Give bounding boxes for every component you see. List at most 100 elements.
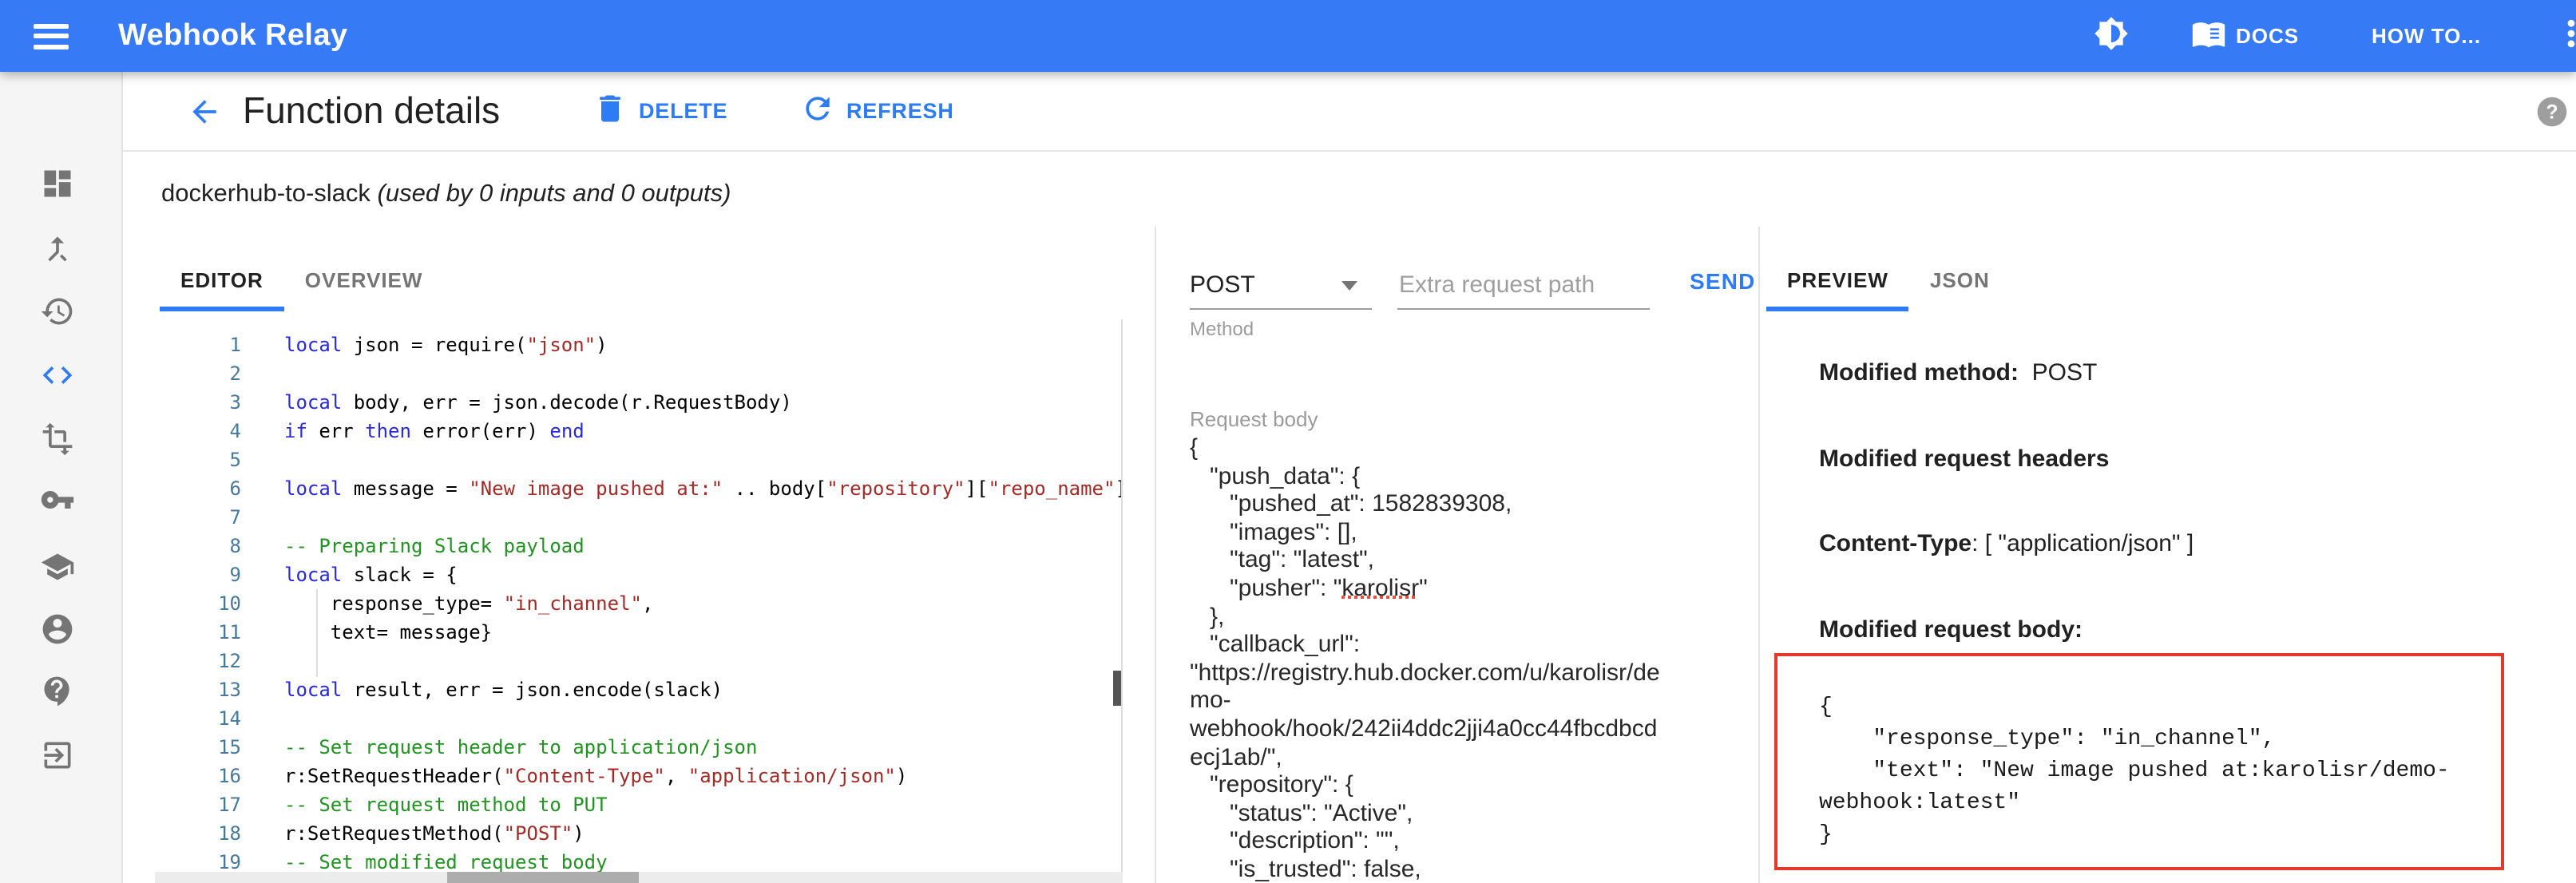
sidebar-item-key-icon[interactable] (40, 482, 75, 517)
svg-text:?: ? (2546, 101, 2558, 123)
code-text: text= message} (284, 618, 492, 647)
request-body-label: Request body (1190, 407, 1318, 431)
spellcheck-word: karolisr (1342, 575, 1419, 602)
editor-horizontal-scrollbar-thumb[interactable] (447, 872, 639, 883)
brightness-icon (2094, 16, 2129, 56)
code-line[interactable]: 14 (155, 704, 1121, 733)
code-line[interactable]: 18r:SetRequestMethod("POST") (155, 819, 1121, 848)
editor-horizontal-scrollbar-track[interactable] (155, 872, 1123, 883)
refresh-button[interactable]: REFRESH (800, 72, 954, 150)
line-number: 14 (155, 704, 241, 733)
refresh-label: REFRESH (846, 99, 954, 123)
path-input-underline (1397, 308, 1650, 310)
content-type-value: : [ "application/json" ] (1972, 530, 2194, 557)
request-body-line: "description": "", (1190, 828, 1752, 856)
line-number: 17 (155, 790, 241, 819)
code-line[interactable]: 8-- Preparing Slack payload (155, 532, 1121, 560)
line-number: 8 (155, 532, 241, 560)
code-line[interactable]: 9local slack = { (155, 560, 1121, 589)
sidebar-item-merge-icon[interactable] (40, 232, 75, 267)
editor-vertical-scrollbar-thumb[interactable] (1113, 671, 1121, 706)
code-text: r:SetRequestMethod("POST") (284, 819, 585, 848)
line-number: 4 (155, 417, 241, 445)
sidebar-item-school-icon[interactable] (40, 549, 75, 584)
code-text (284, 647, 295, 675)
tab-preview[interactable]: PREVIEW (1766, 247, 1909, 311)
modified-body-text: { "response_type": "in_channel", "text":… (1777, 656, 2501, 851)
app-title: Webhook Relay (118, 0, 347, 72)
sidebar-item-account-icon[interactable] (40, 612, 75, 647)
content-type-line: Content-Type: [ "application/json" ] (1819, 530, 2194, 557)
editor-scrollbar-track (1121, 319, 1123, 872)
code-text: local body, err = json.decode(r.RequestB… (284, 388, 792, 417)
code-line[interactable]: 19-- Set modified request body (155, 848, 1121, 872)
sidebar-item-code-icon[interactable] (40, 358, 75, 393)
tab-json[interactable]: JSON (1909, 247, 2011, 311)
line-number: 12 (155, 647, 241, 675)
code-line[interactable]: 2 (155, 359, 1121, 388)
sidebar-item-dashboard-icon[interactable] (40, 166, 75, 201)
sidebar-item-help-icon[interactable] (40, 674, 75, 709)
how-to-button[interactable]: HOW TO... (2372, 0, 2481, 72)
code-text: local slack = { (284, 560, 458, 589)
modified-method-value: POST (2032, 359, 2098, 386)
modified-method-line: Modified method: POST (1819, 359, 2097, 386)
trash-icon (592, 91, 628, 131)
code-line[interactable]: 5 (155, 445, 1121, 474)
code-line[interactable]: 7 (155, 503, 1121, 532)
docs-button[interactable]: DOCS (2191, 0, 2299, 72)
code-line[interactable]: 15-- Set request header to application/j… (155, 733, 1121, 762)
code-line[interactable]: 16r:SetRequestHeader("Content-Type", "ap… (155, 762, 1121, 790)
code-editor[interactable]: 1local json = require("json")2 3local bo… (155, 331, 1121, 872)
code-line[interactable]: 1local json = require("json") (155, 331, 1121, 359)
menu-hamburger-icon[interactable] (34, 24, 69, 49)
code-line[interactable]: 11 text= message} (155, 618, 1121, 647)
request-body-line: "is_trusted": false, (1190, 856, 1752, 883)
sidebar-item-transform-icon[interactable] (40, 422, 75, 457)
code-line[interactable]: 3local body, err = json.decode(r.Request… (155, 388, 1121, 417)
code-text: local result, err = json.encode(slack) (284, 675, 723, 704)
extra-request-path-input[interactable]: Extra request path (1399, 271, 1595, 299)
code-line[interactable]: 12 (155, 647, 1121, 675)
code-text: if err then error(err) end (284, 417, 585, 445)
code-line[interactable]: 6local message = "New image pushed at:" … (155, 474, 1121, 503)
sidebar-item-exit-icon[interactable] (40, 738, 75, 773)
app-bar: Webhook Relay DOCS HOW TO... (0, 0, 2576, 72)
request-body-line: }, (1190, 603, 1752, 631)
request-preview-divider (1758, 227, 1760, 883)
line-number: 15 (155, 733, 241, 762)
request-body-editor[interactable]: { "push_data": { "pushed_at": 1582839308… (1190, 434, 1752, 883)
indent-guide-line (316, 589, 318, 677)
code-line[interactable]: 17-- Set request method to PUT (155, 790, 1121, 819)
delete-label: DELETE (639, 99, 727, 123)
tab-editor[interactable]: EDITOR (160, 247, 284, 311)
chevron-down-icon[interactable] (1342, 281, 1357, 291)
function-name: dockerhub-to-slack (161, 180, 378, 208)
back-arrow-icon[interactable] (187, 94, 222, 129)
help-circle-icon[interactable]: ? (2534, 94, 2570, 129)
code-line[interactable]: 13local result, err = json.encode(slack) (155, 675, 1121, 704)
delete-button[interactable]: DELETE (592, 72, 727, 150)
line-number: 10 (155, 589, 241, 618)
tab-overview[interactable]: OVERVIEW (284, 247, 444, 311)
request-body-line: { (1190, 434, 1752, 462)
code-line[interactable]: 4 if err then error(err) end (155, 417, 1121, 445)
method-label: Method (1190, 318, 1254, 340)
request-body-line: "status": "Active", (1190, 799, 1752, 827)
docs-label: DOCS (2236, 24, 2299, 48)
sidebar-item-history-icon[interactable] (40, 294, 75, 329)
send-button[interactable]: SEND (1690, 268, 1756, 294)
webhook-relay-app: Webhook Relay DOCS HOW TO... Function de… (0, 0, 2576, 883)
brightness-toggle-button[interactable] (2094, 0, 2129, 72)
code-text (284, 359, 295, 388)
editor-tab-bar: EDITOROVERVIEW (160, 247, 443, 311)
request-body-line: "tag": "latest", (1190, 547, 1752, 575)
overflow-menu-button[interactable] (2554, 0, 2576, 72)
editor-request-divider (1155, 227, 1156, 883)
code-line[interactable]: 10 response_type= "in_channel", (155, 589, 1121, 618)
docs-book-icon (2191, 16, 2226, 56)
function-toolbar: Function details DELETE REFRESH ? (123, 72, 2576, 152)
line-number: 2 (155, 359, 241, 388)
page-title: Function details (243, 72, 500, 150)
line-number: 1 (155, 331, 241, 359)
